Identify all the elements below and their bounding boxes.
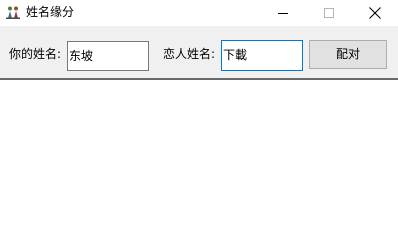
couple-app-icon [6, 5, 20, 19]
minimize-icon [278, 13, 288, 14]
result-area [0, 80, 398, 236]
your-name-input[interactable]: 东坡 [67, 41, 149, 71]
lover-name-input[interactable]: 下載 [221, 40, 303, 71]
app-window: 姓名缘分 你的姓名: 东坡 恋人姓名: 下載 配对 [0, 0, 398, 236]
close-button[interactable] [352, 0, 398, 26]
match-button[interactable]: 配对 [309, 40, 387, 69]
minimize-button[interactable] [260, 0, 306, 26]
maximize-button[interactable] [306, 0, 352, 26]
lover-name-label: 恋人姓名: [163, 47, 216, 61]
your-name-label: 你的姓名: [9, 47, 62, 61]
title-bar[interactable]: 姓名缘分 [0, 0, 398, 26]
close-icon [369, 7, 381, 19]
window-title: 姓名缘分 [26, 5, 75, 19]
maximize-icon [324, 8, 334, 18]
